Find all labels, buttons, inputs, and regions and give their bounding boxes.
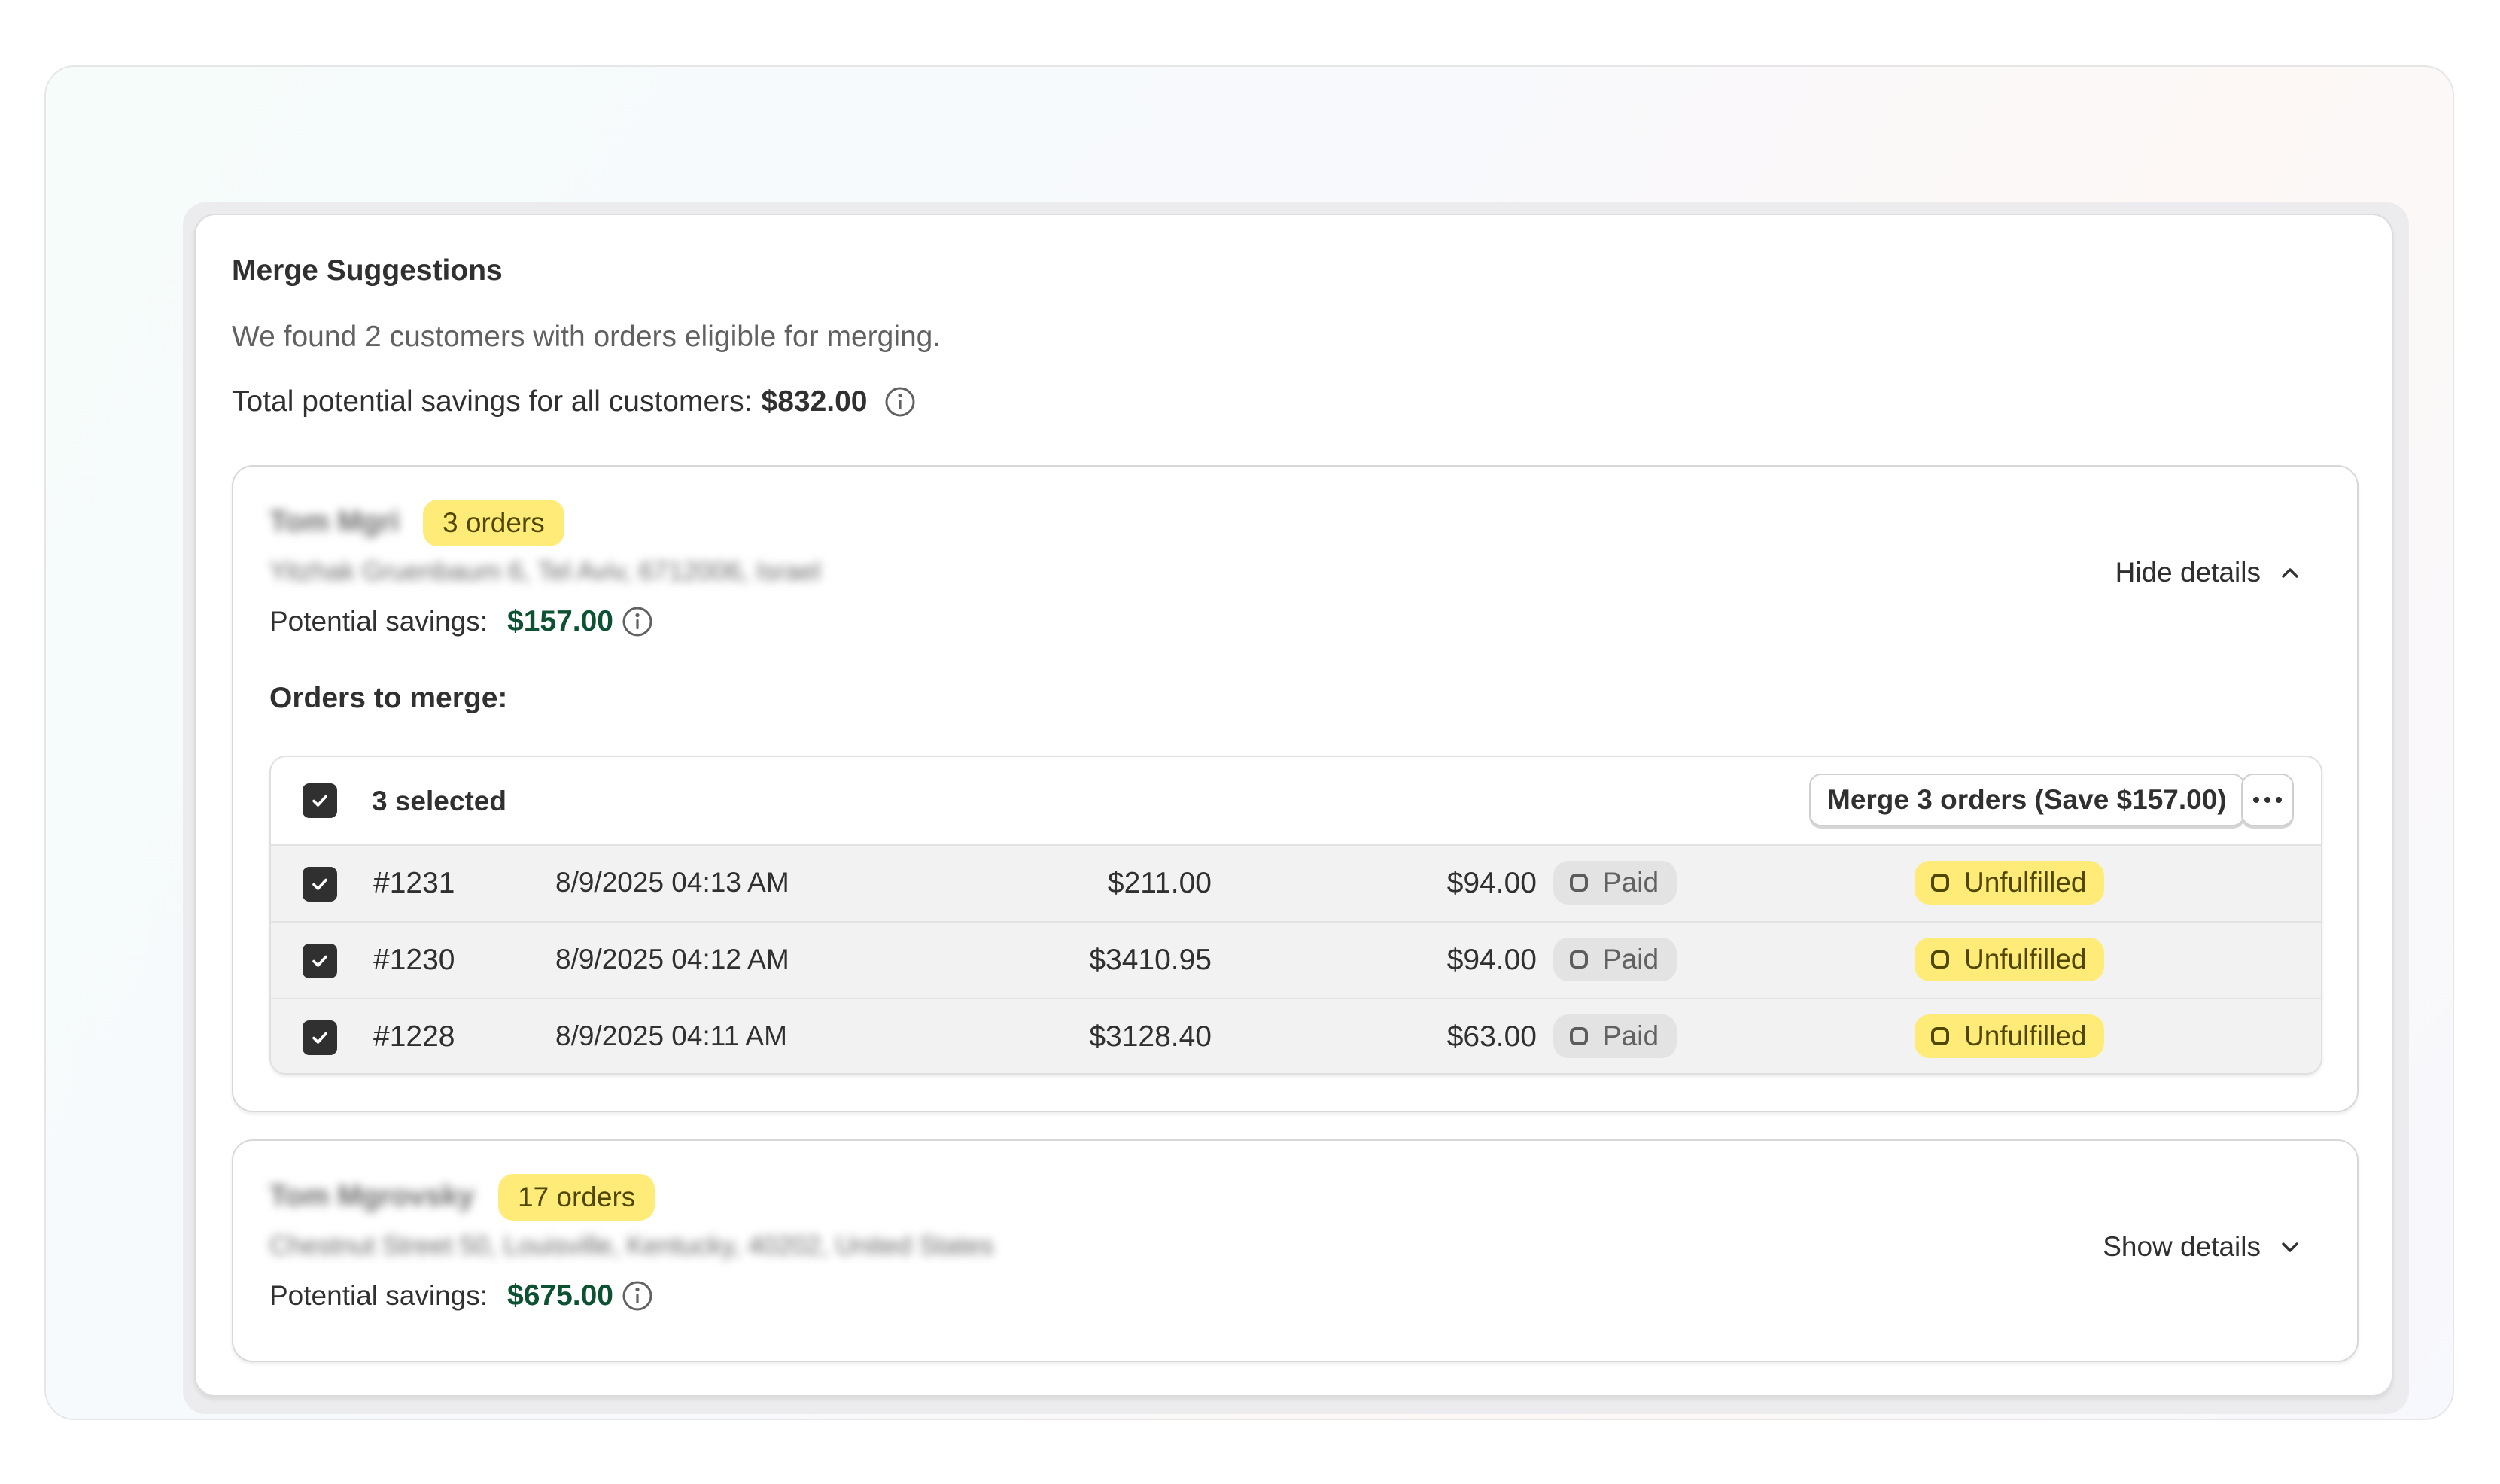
window-frame: Merge Suggestions We found 2 customers w… <box>44 65 2454 1420</box>
checkmark-icon <box>312 955 327 967</box>
table-row[interactable]: #1230 8/9/2025 04:12 AM $3410.95 $94.00 … <box>271 921 2321 998</box>
status-circle-icon <box>1931 874 1949 892</box>
info-icon[interactable] <box>621 605 654 638</box>
hide-details-button[interactable]: Hide details <box>2115 557 2303 588</box>
status-circle-icon <box>1570 1027 1588 1045</box>
potential-savings-label: Potential savings: <box>269 1280 488 1311</box>
table-row[interactable]: #1231 8/9/2025 04:13 AM $211.00 $94.00 P… <box>271 844 2321 921</box>
card-subtitle: We found 2 customers with orders eligibl… <box>232 321 941 353</box>
ellipsis-icon <box>2253 797 2282 803</box>
orders-to-merge-heading: Orders to merge: <box>269 682 508 714</box>
potential-savings: Potential savings: $675.00 <box>269 1279 654 1312</box>
total-savings-label: Total potential savings for all customer… <box>232 385 753 418</box>
fulfillment-status-label: Unfulfilled <box>1964 944 2087 975</box>
order-number[interactable]: #1231 <box>373 867 455 900</box>
customer-card: Tom Mgrovsky 17 orders Chestnut Street 5… <box>232 1139 2359 1362</box>
order-number[interactable]: #1230 <box>373 944 455 977</box>
chevron-down-icon <box>2282 1242 2298 1252</box>
payment-status-label: Paid <box>1603 1020 1659 1051</box>
merge-orders-button[interactable]: Merge 3 orders (Save $157.00) <box>1809 774 2245 826</box>
total-savings-value: $832.00 <box>761 385 868 418</box>
order-saving: $63.00 <box>1446 1020 1537 1053</box>
order-number[interactable]: #1228 <box>373 1020 455 1054</box>
total-savings: Total potential savings for all customer… <box>232 385 917 418</box>
row-checkbox[interactable] <box>303 944 337 978</box>
customer-name: Tom Mgri <box>269 506 400 538</box>
selected-count: 3 selected <box>372 786 506 817</box>
customer-card: Tom Mgri 3 orders Yitzhak Gruenbaum 6, T… <box>232 465 2359 1112</box>
checkmark-icon <box>312 1032 327 1044</box>
toggle-label: Show details <box>2103 1231 2261 1262</box>
info-icon[interactable] <box>884 385 917 418</box>
fulfillment-status-label: Unfulfilled <box>1964 867 2087 898</box>
row-checkbox[interactable] <box>303 1020 337 1055</box>
status-circle-icon <box>1931 1027 1949 1045</box>
status-circle-icon <box>1931 950 1949 969</box>
customer-name: Tom Mgrovsky <box>269 1180 475 1212</box>
order-date: 8/9/2025 04:12 AM <box>555 944 789 975</box>
merge-suggestions-card: Merge Suggestions We found 2 customers w… <box>194 214 2393 1397</box>
info-icon[interactable] <box>621 1279 654 1312</box>
payment-status-badge: Paid <box>1553 1014 1677 1058</box>
potential-savings: Potential savings: $157.00 <box>269 605 654 638</box>
select-all-checkbox[interactable] <box>303 783 337 818</box>
status-circle-icon <box>1570 950 1588 969</box>
table-header: 3 selected Merge 3 orders (Save $157.00) <box>271 757 2321 844</box>
checkmark-icon <box>312 878 327 890</box>
show-details-button[interactable]: Show details <box>2103 1231 2303 1263</box>
row-checkbox[interactable] <box>303 867 337 902</box>
order-saving: $94.00 <box>1446 867 1537 899</box>
toggle-label: Hide details <box>2115 557 2261 588</box>
fulfillment-status-badge: Unfulfilled <box>1915 938 2105 981</box>
orders-count-badge: 3 orders <box>423 500 564 546</box>
order-total: $211.00 <box>1107 867 1212 899</box>
card-title: Merge Suggestions <box>232 254 503 287</box>
potential-savings-label: Potential savings: <box>269 606 488 637</box>
table-row[interactable]: #1228 8/9/2025 04:11 AM $3128.40 $63.00 … <box>271 998 2321 1073</box>
order-date: 8/9/2025 04:11 AM <box>555 1020 787 1051</box>
payment-status-label: Paid <box>1603 944 1659 975</box>
payment-status-badge: Paid <box>1553 938 1677 981</box>
payment-status-label: Paid <box>1603 867 1659 898</box>
fulfillment-status-label: Unfulfilled <box>1964 1020 2087 1051</box>
orders-table: 3 selected Merge 3 orders (Save $157.00)… <box>269 756 2322 1075</box>
checkmark-icon <box>312 795 327 807</box>
customer-address: Chestnut Street 50, Louisville, Kentucky… <box>269 1231 994 1260</box>
status-circle-icon <box>1570 874 1588 892</box>
payment-status-badge: Paid <box>1553 861 1677 905</box>
fulfillment-status-badge: Unfulfilled <box>1915 1014 2105 1058</box>
potential-savings-value: $157.00 <box>507 605 613 637</box>
more-actions-button[interactable] <box>2241 774 2294 826</box>
potential-savings-value: $675.00 <box>507 1279 613 1312</box>
chevron-up-icon <box>2282 568 2298 578</box>
order-saving: $94.00 <box>1446 944 1537 976</box>
order-total: $3128.40 <box>1089 1020 1212 1053</box>
fulfillment-status-badge: Unfulfilled <box>1915 861 2105 905</box>
customer-address: Yitzhak Gruenbaum 6, Tel Aviv, 6712006, … <box>269 557 821 586</box>
order-total: $3410.95 <box>1089 944 1212 976</box>
order-date: 8/9/2025 04:13 AM <box>555 867 789 898</box>
orders-count-badge: 17 orders <box>498 1174 655 1221</box>
